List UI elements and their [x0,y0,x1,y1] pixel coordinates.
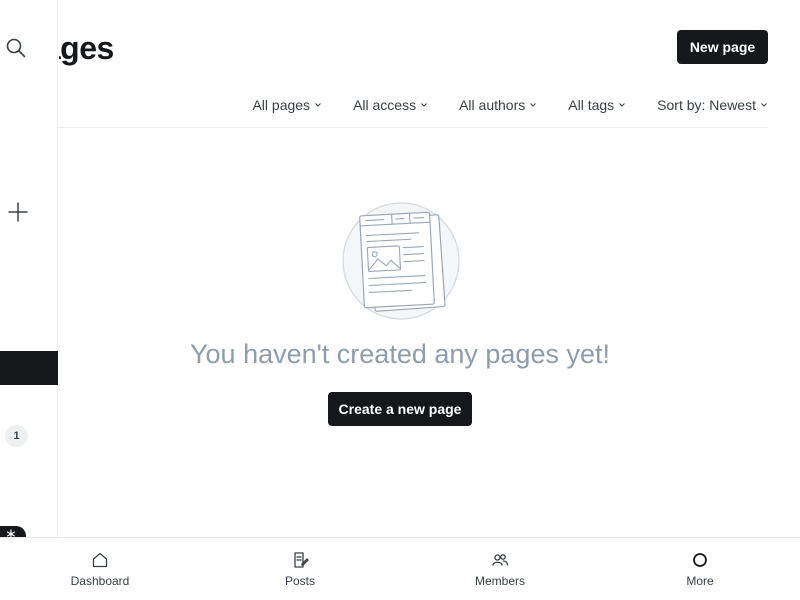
header-divider [58,127,768,128]
search-icon[interactable] [5,37,27,59]
count-badge: 1 [5,425,28,447]
chevron-down-icon [421,103,427,107]
nav-label: More [686,574,714,588]
filter-pages-dropdown[interactable]: All pages [252,97,322,113]
plus-icon[interactable] [7,201,29,223]
nav-label: Dashboard [70,574,130,588]
nav-item-dashboard[interactable]: Dashboard [0,538,200,600]
chevron-down-icon [315,103,321,107]
new-page-button[interactable]: New page [677,30,768,64]
nav-item-more[interactable]: More [600,538,800,600]
filter-label: All tags [568,97,615,113]
members-icon [492,554,509,566]
chevron-down-icon [530,103,537,107]
filter-bar: All pages All access All authors All tag… [252,94,768,116]
nav-item-members[interactable]: Members [400,538,600,600]
sidebar: 1 [0,0,58,546]
more-icon [693,553,707,567]
filter-label: All authors [459,97,526,113]
posts-icon [294,552,309,568]
nav-label: Members [474,574,525,588]
filter-access-dropdown[interactable]: All access [353,97,428,113]
nav-label: Posts [284,574,315,588]
filter-label: Sort by: Newest [657,97,756,113]
filter-authors-dropdown[interactable]: All authors [459,97,537,113]
sort-dropdown[interactable]: Sort by: Newest [657,97,768,113]
empty-state-message: You haven't created any pages yet! [190,339,610,369]
empty-pages-illustration-icon [342,202,460,320]
chevron-down-icon [761,103,767,107]
filter-label: All pages [252,97,311,113]
create-new-page-button[interactable]: Create a new page [328,392,472,426]
bottom-nav: Dashboard Posts Members More [0,537,800,600]
home-icon [92,552,108,568]
filter-tags-dropdown[interactable]: All tags [568,97,626,113]
chevron-down-icon [619,103,626,107]
filter-label: All access [353,97,417,113]
nav-item-posts[interactable]: Posts [200,538,400,600]
